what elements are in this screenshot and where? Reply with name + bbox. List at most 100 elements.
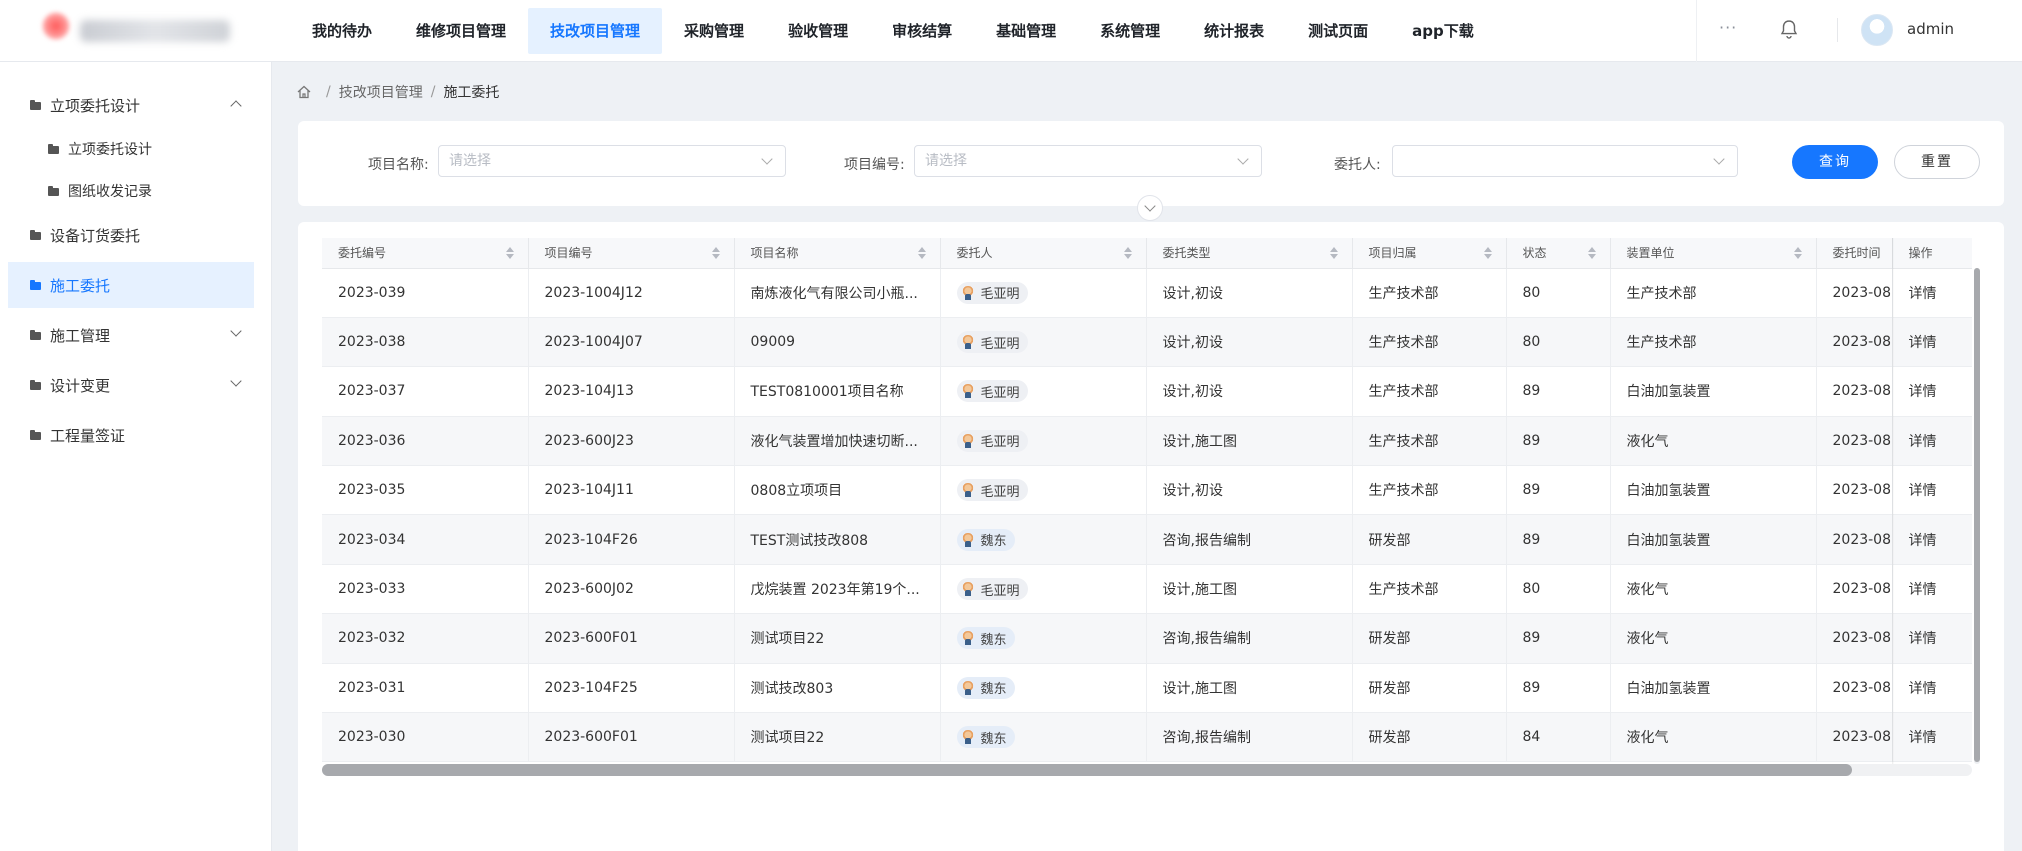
username[interactable]: admin [1907, 20, 1954, 38]
reset-button[interactable]: 重置 [1894, 145, 1980, 179]
cell-project-no: 2023-600J02 [528, 564, 735, 615]
chevron-down-icon [1713, 153, 1725, 165]
column-header-unit[interactable]: 装置单位 [1610, 238, 1817, 269]
cell-operation[interactable]: 详情 [1892, 613, 1972, 664]
column-header-dept[interactable]: 项目归属 [1352, 238, 1507, 269]
sort-icon[interactable] [1483, 247, 1492, 259]
query-button[interactable]: 查询 [1792, 145, 1878, 179]
cell-client: 毛亚明 [940, 268, 1147, 318]
table-row[interactable]: 2023-032 2023-600F01 测试项目22 魏东 咨询,报告编制 研发部 89 液… [322, 613, 1972, 664]
nav-item-test[interactable]: 测试页面 [1286, 8, 1390, 54]
breadcrumb-parent[interactable]: 技改项目管理 [339, 82, 423, 102]
client-tag: 魏东 [956, 676, 1015, 699]
sidebar-item-equipment-order[interactable]: 设备订货委托 [8, 212, 254, 258]
nav-item-reports[interactable]: 统计报表 [1182, 8, 1286, 54]
table-row[interactable]: 2023-036 2023-600J23 液化气装置增加快速切断... 毛亚明 设计,施… [322, 416, 1972, 467]
column-header-project-no[interactable]: 项目编号 [528, 238, 735, 269]
cell-status: 89 [1506, 663, 1611, 714]
sidebar-item-construction-management[interactable]: 施工管理 [8, 312, 254, 358]
sort-icon[interactable] [1329, 247, 1338, 259]
sort-icon[interactable] [1123, 247, 1132, 259]
breadcrumb-separator: / [430, 84, 436, 100]
cell-project-no: 2023-104F26 [528, 514, 735, 565]
horizontal-scrollbar-thumb[interactable] [322, 764, 1852, 776]
column-header-client[interactable]: 委托人 [940, 238, 1147, 269]
sort-icon[interactable] [917, 247, 926, 259]
top-header: 我的待办 维修项目管理 技改项目管理 采购管理 验收管理 审核结算 基础管理 系… [0, 0, 2022, 62]
cell-dept: 生产技术部 [1352, 268, 1507, 318]
sidebar-item-project-design[interactable]: 立项委托设计 [8, 82, 254, 128]
sort-icon[interactable] [505, 247, 514, 259]
more-icon[interactable]: ··· [1719, 18, 1737, 37]
client-select[interactable] [1392, 145, 1738, 177]
cell-time: 2023-08 [1816, 613, 1893, 664]
person-avatar-icon [960, 285, 975, 300]
table-row[interactable]: 2023-034 2023-104F26 TEST测试技改808 魏东 咨询,报告编制研… [322, 514, 1972, 565]
sort-icon[interactable] [1793, 247, 1802, 259]
cell-operation[interactable]: 详情 [1892, 564, 1972, 615]
cell-operation[interactable]: 详情 [1892, 712, 1972, 763]
folder-icon [48, 186, 60, 196]
table-row[interactable]: 2023-037 2023-104J13 TEST0810001项目名称 毛亚明 设计,… [322, 366, 1972, 417]
table-row[interactable]: 2023-039 2023-1004J12 南炼液化气有限公司小瓶... 毛亚明 设计,… [322, 268, 1972, 318]
sidebar-item-construction-commission[interactable]: 施工委托 [8, 262, 254, 308]
column-header-time[interactable]: 委托时间 [1816, 238, 1893, 269]
cell-operation[interactable]: 详情 [1892, 663, 1972, 714]
sidebar-subitem-drawing-records[interactable]: 图纸收发记录 [8, 168, 254, 214]
nav-item-app-download[interactable]: app下载 [1390, 8, 1496, 54]
cell-time: 2023-08 [1816, 514, 1893, 565]
cell-operation[interactable]: 详情 [1892, 416, 1972, 467]
cell-operation[interactable]: 详情 [1892, 268, 1972, 318]
person-avatar-icon [960, 335, 975, 350]
vertical-scrollbar-thumb[interactable] [1974, 268, 1980, 762]
collapse-search-toggle[interactable] [1137, 195, 1163, 221]
vertical-scrollbar[interactable] [1974, 268, 1980, 764]
nav-item-audit[interactable]: 审核结算 [870, 8, 974, 54]
sidebar-item-design-change[interactable]: 设计变更 [8, 362, 254, 408]
nav-item-maintenance[interactable]: 维修项目管理 [394, 8, 528, 54]
breadcrumb: / 技改项目管理 / 施工委托 [296, 82, 499, 102]
cell-operation[interactable]: 详情 [1892, 317, 1972, 368]
cell-client: 毛亚明 [940, 366, 1147, 417]
cell-project-name: 0808立项项目 [734, 465, 941, 516]
client-tag: 魏东 [956, 627, 1015, 650]
column-header-type[interactable]: 委托类型 [1146, 238, 1353, 269]
cell-project-name: 09009 [734, 317, 941, 368]
column-header-project-name[interactable]: 项目名称 [734, 238, 941, 269]
sort-icon[interactable] [1587, 247, 1596, 259]
cell-project-no: 2023-600F01 [528, 613, 735, 664]
sidebar-subitem-project-design[interactable]: 立项委托设计 [8, 126, 254, 172]
horizontal-scrollbar[interactable] [322, 764, 1972, 776]
cell-dept: 生产技术部 [1352, 366, 1507, 417]
project-name-select[interactable]: 请选择 [438, 145, 786, 177]
home-icon[interactable] [296, 84, 312, 100]
top-nav: 我的待办 维修项目管理 技改项目管理 采购管理 验收管理 审核结算 基础管理 系… [290, 0, 1496, 62]
cell-unit: 液化气 [1610, 416, 1817, 467]
project-no-select[interactable]: 请选择 [914, 145, 1262, 177]
cell-type: 设计,初设 [1146, 465, 1353, 516]
cell-operation[interactable]: 详情 [1892, 514, 1972, 565]
client-tag: 魏东 [956, 528, 1015, 551]
column-header-status[interactable]: 状态 [1506, 238, 1611, 269]
table-row[interactable]: 2023-030 2023-600F01 测试项目22 魏东 咨询,报告编制 研发部 84 液… [322, 712, 1972, 763]
fixed-column-shadow [1892, 238, 1894, 764]
table-row[interactable]: 2023-035 2023-104J11 0808立项项目 毛亚明 设计,初设 生产技术部… [322, 465, 1972, 516]
nav-item-basic[interactable]: 基础管理 [974, 8, 1078, 54]
table-row[interactable]: 2023-031 2023-104F25 测试技改803 魏东 设计,施工图 研发部 89 白… [322, 663, 1972, 714]
cell-unit: 白油加氢装置 [1610, 366, 1817, 417]
nav-item-system[interactable]: 系统管理 [1078, 8, 1182, 54]
nav-item-acceptance[interactable]: 验收管理 [766, 8, 870, 54]
sidebar-item-quantity-visa[interactable]: 工程量签证 [8, 412, 254, 458]
cell-operation[interactable]: 详情 [1892, 465, 1972, 516]
column-header-commission-no[interactable]: 委托编号 [322, 238, 529, 269]
nav-item-tech-renovation[interactable]: 技改项目管理 [528, 8, 663, 54]
nav-item-todo[interactable]: 我的待办 [290, 8, 394, 54]
table-row[interactable]: 2023-038 2023-1004J07 09009 毛亚明 设计,初设 生产技术部 80… [322, 317, 1972, 368]
user-avatar[interactable] [1861, 14, 1893, 46]
cell-type: 设计,初设 [1146, 366, 1353, 417]
nav-item-purchase[interactable]: 采购管理 [662, 8, 766, 54]
bell-icon[interactable] [1777, 18, 1801, 42]
table-row[interactable]: 2023-033 2023-600J02 戊烷装置 2023年第19个... 毛亚明 设… [322, 564, 1972, 615]
cell-operation[interactable]: 详情 [1892, 366, 1972, 417]
sort-icon[interactable] [711, 247, 720, 259]
